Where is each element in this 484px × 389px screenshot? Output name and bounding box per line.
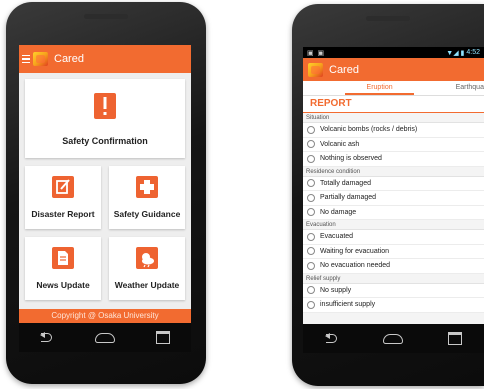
safety-confirmation-tile[interactable]: Safety Confirmation xyxy=(25,79,185,158)
app-title: Cared xyxy=(54,53,84,65)
tab-eruption[interactable]: Eruption xyxy=(344,81,415,95)
status-bar: ▣ ▣ ▼◢ ▮ 4:52 xyxy=(303,47,484,58)
notification-icons: ▣ ▣ xyxy=(307,49,326,57)
copyright-footer: Copyright @ Osaka University xyxy=(19,309,191,323)
android-nav-bar xyxy=(19,323,191,352)
medical-cross-icon xyxy=(136,176,158,198)
radio-icon xyxy=(307,140,315,149)
report-title: REPORT xyxy=(303,96,484,113)
back-icon[interactable] xyxy=(325,332,339,344)
safety-confirmation-label: Safety Confirmation xyxy=(62,136,148,146)
recent-apps-icon[interactable] xyxy=(156,331,171,344)
news-update-tile[interactable]: News Update xyxy=(25,237,101,300)
radio-icon xyxy=(307,232,315,241)
option-volcanic-ash[interactable]: Volcanic ash xyxy=(303,137,484,152)
radio-icon xyxy=(307,125,315,134)
option-evacuated[interactable]: Evacuated xyxy=(303,230,484,245)
disaster-report-tile[interactable]: Disaster Report xyxy=(25,166,101,229)
option-no-evacuation[interactable]: No evacuation needed xyxy=(303,259,484,274)
phone-report-screen: ▣ ▣ ▼◢ ▮ 4:52 Cared Eruption Earthqua RE… xyxy=(292,4,484,386)
radio-icon xyxy=(307,300,315,309)
option-nothing-observed[interactable]: Nothing is observed xyxy=(303,152,484,167)
app-title: Cared xyxy=(329,63,359,76)
radio-icon xyxy=(307,261,315,270)
radio-icon xyxy=(307,193,315,202)
back-icon[interactable] xyxy=(39,331,54,343)
radio-icon xyxy=(307,208,315,217)
section-evacuation: Evacuation xyxy=(303,220,484,230)
section-situation: Situation xyxy=(303,113,484,123)
tab-earthquake[interactable]: Earthqua xyxy=(414,81,484,95)
android-nav-bar xyxy=(303,324,484,353)
option-totally-damaged[interactable]: Totally damaged xyxy=(303,176,484,191)
safety-guidance-tile[interactable]: Safety Guidance xyxy=(109,166,185,229)
news-update-label: News Update xyxy=(36,280,90,290)
option-insufficient-supply[interactable]: insufficient supply xyxy=(303,298,484,313)
cared-logo-icon xyxy=(33,52,48,66)
home-icon[interactable] xyxy=(94,332,115,343)
radio-icon xyxy=(307,247,315,256)
option-partially-damaged[interactable]: Partially damaged xyxy=(303,191,484,206)
option-no-supply[interactable]: No supply xyxy=(303,283,484,298)
disaster-report-label: Disaster Report xyxy=(31,209,95,219)
edit-icon xyxy=(52,176,74,198)
menu-icon[interactable] xyxy=(22,54,30,64)
weather-icon xyxy=(136,247,158,269)
option-volcanic-bombs[interactable]: Volcanic bombs (rocks / debris) xyxy=(303,123,484,138)
speaker-grille xyxy=(84,14,128,19)
phone-home-screen: Cared Safety Confirmation Disaster Repor… xyxy=(6,2,206,384)
weather-update-tile[interactable]: Weather Update xyxy=(109,237,185,300)
safety-guidance-label: Safety Guidance xyxy=(113,209,181,219)
cared-logo-icon xyxy=(308,62,323,77)
report-screen: ▣ ▣ ▼◢ ▮ 4:52 Cared Eruption Earthqua RE… xyxy=(303,47,484,353)
section-relief-supply: Relief supply xyxy=(303,273,484,284)
exclamation-icon xyxy=(94,93,116,119)
home-screen: Cared Safety Confirmation Disaster Repor… xyxy=(19,45,191,352)
option-waiting-evacuation[interactable]: Waiting for evacuation xyxy=(303,244,484,259)
hazard-tabs: Eruption Earthqua xyxy=(303,81,484,96)
status-time: 4:52 xyxy=(466,49,480,56)
home-icon[interactable] xyxy=(383,333,404,344)
app-bar: Cared xyxy=(303,58,484,81)
wifi-battery-icon: ▼◢ ▮ xyxy=(446,49,465,57)
recent-apps-icon[interactable] xyxy=(447,332,462,345)
app-bar: Cared xyxy=(19,45,191,73)
section-residence: Residence condition xyxy=(303,166,484,177)
speaker-grille xyxy=(366,16,410,21)
weather-update-label: Weather Update xyxy=(114,280,180,290)
radio-icon xyxy=(307,154,315,163)
document-icon xyxy=(52,247,74,269)
radio-icon xyxy=(307,179,315,188)
option-no-damage[interactable]: No damage xyxy=(303,205,484,220)
radio-icon xyxy=(307,286,315,295)
